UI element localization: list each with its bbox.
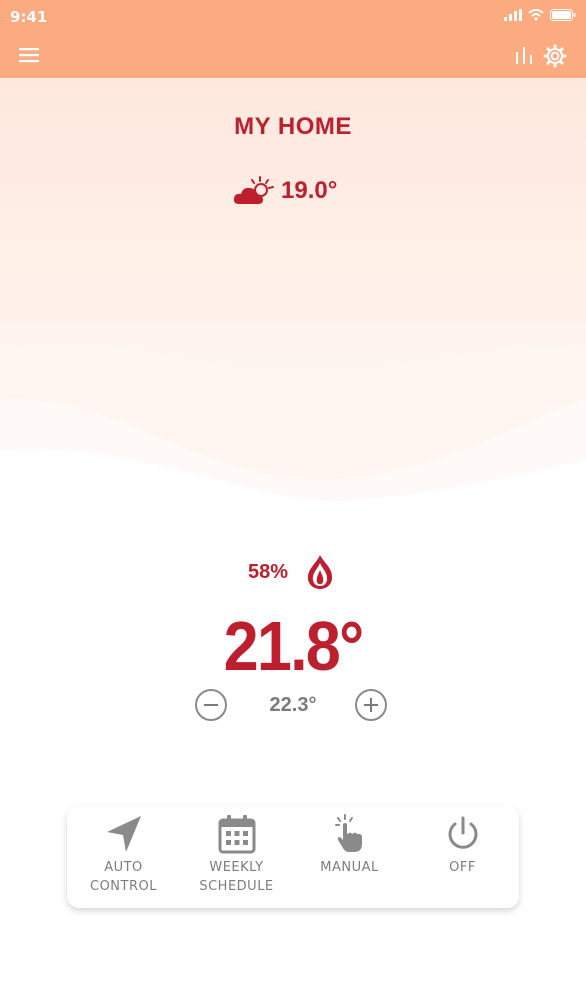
bar-chart-icon	[516, 47, 532, 64]
current-temperature: 21.8°	[223, 607, 365, 685]
power-icon	[448, 816, 478, 849]
increase-temp-button[interactable]	[355, 689, 387, 721]
partly-cloudy-icon	[233, 176, 274, 204]
mode-label: MANUAL	[320, 860, 379, 875]
navigation-arrow-icon	[107, 816, 141, 852]
mode-label: OFF	[449, 860, 476, 875]
battery-icon	[550, 9, 576, 21]
setpoint-temperature: 22.3°	[269, 694, 317, 716]
wifi-icon	[528, 9, 544, 21]
mode-auto-control[interactable]: AUTO CONTROL	[67, 806, 180, 908]
mode-off[interactable]: OFF	[406, 806, 519, 908]
menu-button[interactable]	[18, 46, 40, 64]
heating-status: 58%	[248, 554, 334, 590]
gear-icon	[543, 44, 567, 68]
decrease-temp-button[interactable]	[195, 689, 227, 721]
stats-button[interactable]	[513, 44, 535, 66]
page-title: MY HOME	[234, 113, 352, 140]
signal-icon	[504, 9, 522, 21]
outdoor-temperature: 19.0°	[281, 177, 338, 204]
weather-info: 19.0°	[233, 176, 337, 206]
heating-percentage: 58%	[248, 560, 289, 583]
status-icons	[504, 9, 576, 21]
mode-label: WEEKLY SCHEDULE	[199, 860, 274, 894]
hand-tap-icon	[335, 814, 362, 852]
status-time: 9:41	[10, 8, 48, 26]
setpoint-control: 22.3°	[195, 689, 391, 725]
hamburger-icon	[19, 48, 39, 63]
mode-selector: AUTO CONTROL WEEKLY SCHEDULE MANUAL OFF	[67, 806, 519, 908]
settings-button[interactable]	[543, 44, 567, 68]
flame-icon	[307, 555, 333, 589]
mode-label: AUTO CONTROL	[90, 860, 157, 894]
calendar-icon	[218, 815, 256, 854]
app-header: 9:41	[0, 0, 586, 78]
mode-manual[interactable]: MANUAL	[293, 806, 406, 908]
mode-weekly-schedule[interactable]: WEEKLY SCHEDULE	[180, 806, 293, 908]
background-wave	[0, 342, 586, 540]
